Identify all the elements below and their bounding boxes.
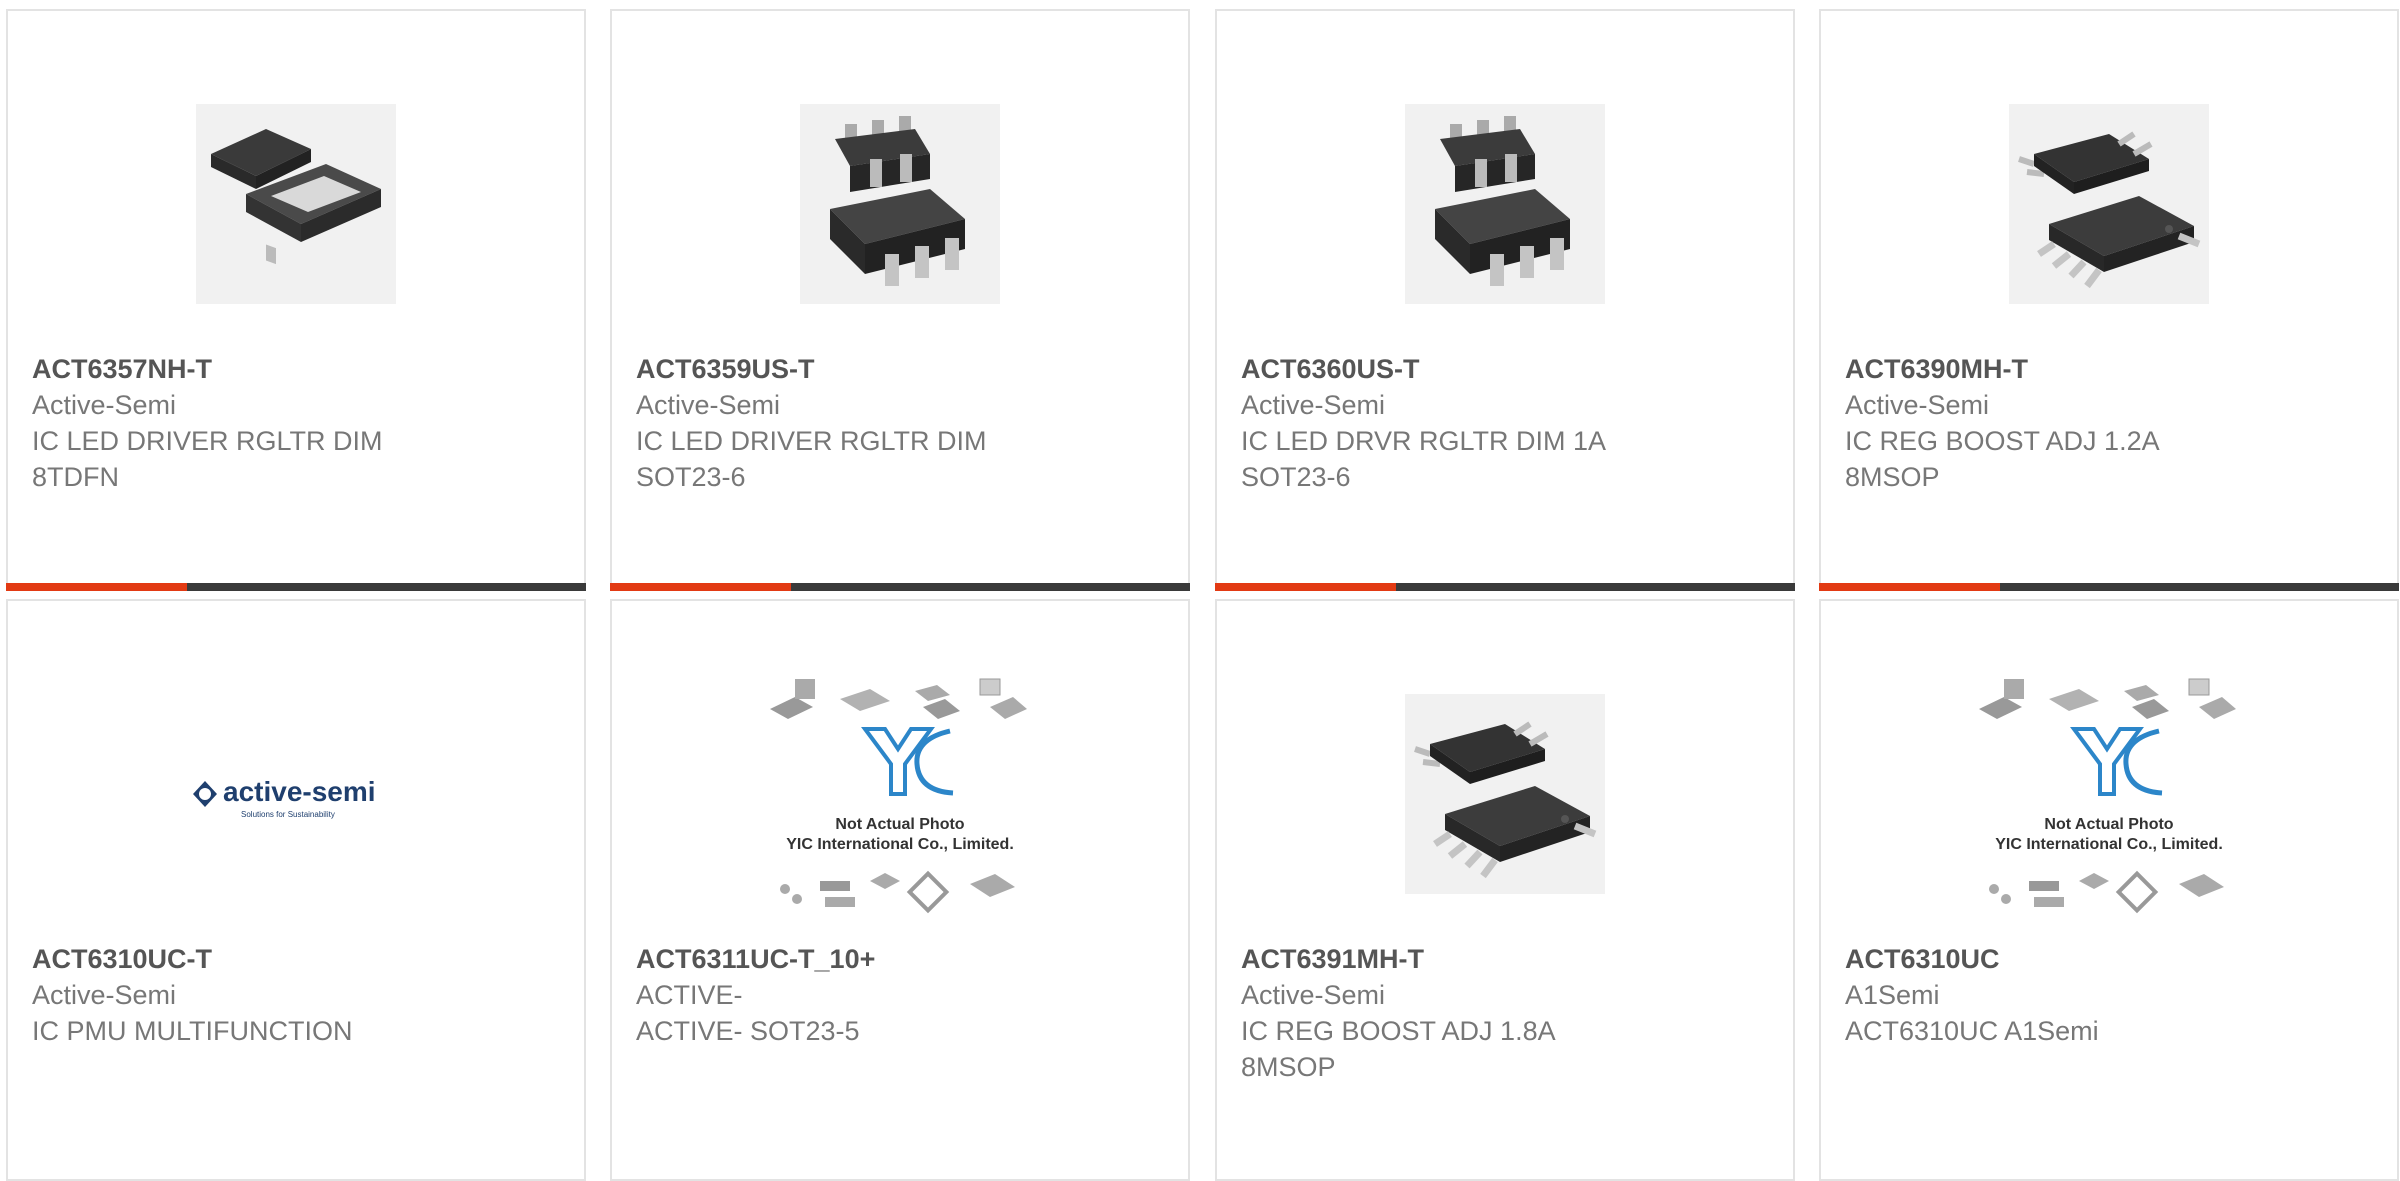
product-info: ACT6391MH-T Active-Semi IC REG BOOST ADJ… — [1241, 941, 1769, 1085]
card-progress-accent — [6, 583, 187, 591]
part-number[interactable]: ACT6391MH-T — [1241, 941, 1769, 977]
product-image[interactable] — [1217, 69, 1793, 339]
product-info: ACT6359US-T Active-Semi IC LED DRIVER RG… — [636, 351, 1164, 495]
product-description: IC PMU MULTIFUNCTION — [32, 1016, 353, 1046]
card-progress-bar — [1819, 583, 2399, 591]
msop-package-image — [2009, 104, 2209, 304]
manufacturer-name: Active-Semi — [32, 390, 177, 420]
logo-wordmark: active-semi — [223, 776, 376, 807]
manufacturer-name: ACTIVE- — [636, 980, 743, 1010]
product-card[interactable]: ACT6390MH-T Active-Semi IC REG BOOST ADJ… — [1819, 9, 2399, 591]
product-card[interactable]: ACT6391MH-T Active-Semi IC REG BOOST ADJ… — [1215, 599, 1795, 1181]
manufacturer-name: Active-Semi — [1241, 980, 1386, 1010]
dfn-package-image — [196, 104, 396, 304]
card-progress-accent — [610, 583, 791, 591]
product-image[interactable] — [1217, 659, 1793, 929]
product-description: IC REG BOOST ADJ 1.8A 8MSOP — [1241, 1016, 1556, 1082]
product-description: ACT6310UC A1Semi — [1845, 1016, 2099, 1046]
card-progress-accent — [1819, 583, 2000, 591]
card-progress-bar — [610, 583, 1190, 591]
product-description: IC LED DRVR RGLTR DIM 1A SOT23-6 — [1241, 426, 1607, 492]
part-number[interactable]: ACT6310UC-T — [32, 941, 560, 977]
product-description: IC REG BOOST ADJ 1.2A 8MSOP — [1845, 426, 2160, 492]
product-info: ACT6310UC A1Semi ACT6310UC A1Semi — [1845, 941, 2373, 1049]
yic-placeholder-image — [765, 669, 1035, 919]
part-number[interactable]: ACT6360US-T — [1241, 351, 1769, 387]
product-info: ACT6311UC-T_10+ ACTIVE- ACTIVE- SOT23-5 — [636, 941, 1164, 1049]
product-description: IC LED DRIVER RGLTR DIM SOT23-6 — [636, 426, 987, 492]
product-info: ACT6360US-T Active-Semi IC LED DRVR RGLT… — [1241, 351, 1769, 495]
product-description: ACTIVE- SOT23-5 — [636, 1016, 860, 1046]
product-card[interactable]: ACT6311UC-T_10+ ACTIVE- ACTIVE- SOT23-5 — [610, 599, 1190, 1181]
product-card[interactable]: ACT6359US-T Active-Semi IC LED DRIVER RG… — [610, 9, 1190, 591]
product-image[interactable] — [1821, 69, 2397, 339]
part-number[interactable]: ACT6357NH-T — [32, 351, 560, 387]
product-info: ACT6357NH-T Active-Semi IC LED DRIVER RG… — [32, 351, 560, 495]
product-card[interactable]: ACT6360US-T Active-Semi IC LED DRVR RGLT… — [1215, 9, 1795, 591]
product-info: ACT6310UC-T Active-Semi IC PMU MULTIFUNC… — [32, 941, 560, 1049]
part-number[interactable]: ACT6390MH-T — [1845, 351, 2373, 387]
product-description: IC LED DRIVER RGLTR DIM 8TDFN — [32, 426, 383, 492]
manufacturer-name: Active-Semi — [32, 980, 177, 1010]
product-image[interactable] — [612, 659, 1188, 929]
yic-placeholder-image — [1974, 669, 2244, 919]
product-image[interactable] — [8, 69, 584, 339]
product-image[interactable] — [1821, 659, 2397, 929]
active-semi-logo-image: active-semi Solutions for Sustainability — [181, 759, 411, 829]
manufacturer-name: A1Semi — [1845, 980, 1940, 1010]
manufacturer-name: Active-Semi — [1241, 390, 1386, 420]
product-info: ACT6390MH-T Active-Semi IC REG BOOST ADJ… — [1845, 351, 2373, 495]
sot23-package-image — [1405, 104, 1605, 304]
product-grid: ACT6357NH-T Active-Semi IC LED DRIVER RG… — [0, 0, 2400, 1181]
manufacturer-name: Active-Semi — [1845, 390, 1990, 420]
card-progress-accent — [1215, 583, 1396, 591]
part-number[interactable]: ACT6310UC — [1845, 941, 2373, 977]
part-number[interactable]: ACT6359US-T — [636, 351, 1164, 387]
product-image[interactable]: active-semi Solutions for Sustainability — [8, 659, 584, 929]
logo-tagline: Solutions for Sustainability — [241, 810, 335, 819]
product-card[interactable]: ACT6357NH-T Active-Semi IC LED DRIVER RG… — [6, 9, 586, 591]
card-progress-bar — [1215, 583, 1795, 591]
product-image[interactable] — [612, 69, 1188, 339]
product-card[interactable]: ACT6310UC A1Semi ACT6310UC A1Semi — [1819, 599, 2399, 1181]
manufacturer-name: Active-Semi — [636, 390, 781, 420]
sot23-package-image — [800, 104, 1000, 304]
product-card[interactable]: active-semi Solutions for Sustainability … — [6, 599, 586, 1181]
card-progress-bar — [6, 583, 586, 591]
msop-package-image — [1405, 694, 1605, 894]
part-number[interactable]: ACT6311UC-T_10+ — [636, 941, 1164, 977]
